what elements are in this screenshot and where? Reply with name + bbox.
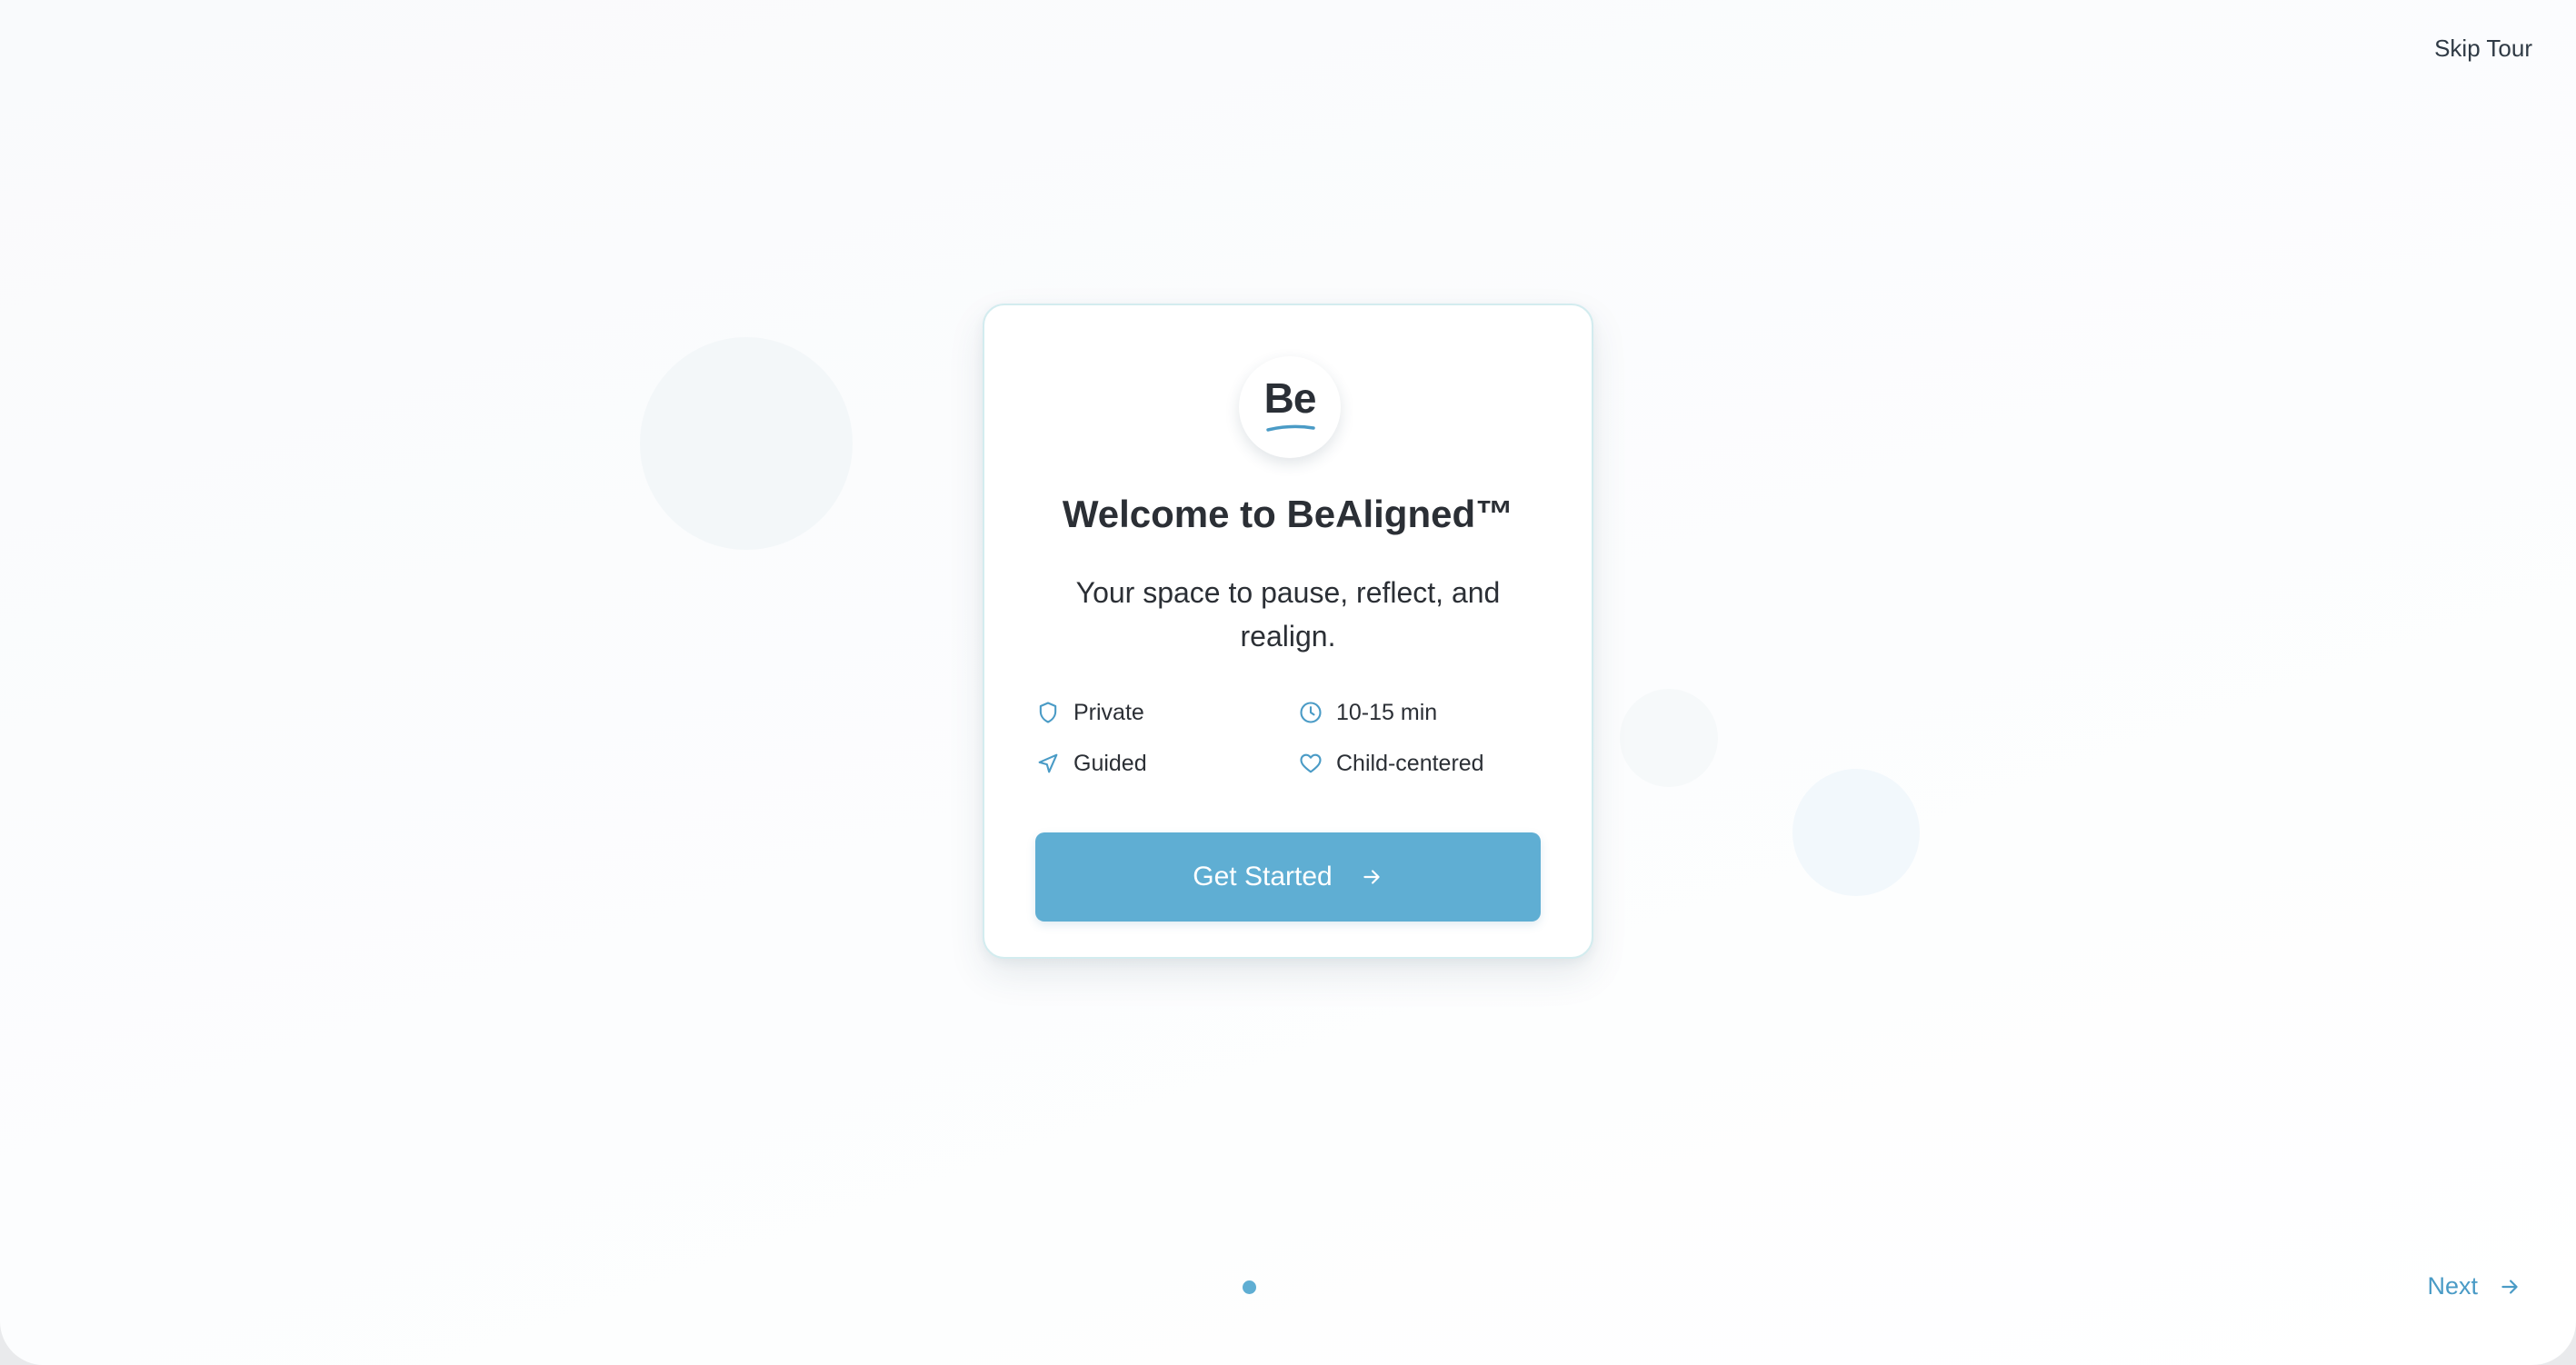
feature-child-centered: Child-centered: [1298, 748, 1484, 779]
feature-label: 10-15 min: [1336, 699, 1438, 725]
feature-guided: Guided: [1035, 748, 1147, 779]
arrow-right-icon: [1363, 870, 1380, 884]
get-started-button[interactable]: Get Started: [1035, 832, 1541, 922]
logo-underline-icon: [1266, 424, 1315, 432]
feature-label: Guided: [1073, 750, 1147, 776]
feature-label: Child-centered: [1336, 750, 1484, 776]
app-logo: Be: [1239, 356, 1341, 458]
page-subtitle: Your space to pause, reflect, and realig…: [1075, 576, 1501, 653]
feature-duration: 10-15 min: [1298, 697, 1437, 728]
logo-text: Be: [1263, 374, 1317, 422]
next-button[interactable]: Next: [2427, 1272, 2521, 1300]
arrow-right-icon: [2501, 1279, 2518, 1294]
next-label: Next: [2427, 1272, 2478, 1300]
onboarding-screen: Skip Tour Be Welcome to BeAligned™ Your …: [0, 0, 2576, 1365]
feature-private: Private: [1035, 697, 1144, 728]
skip-tour-link[interactable]: Skip Tour: [2434, 35, 2532, 63]
decorative-bubble: [1620, 689, 1718, 787]
pagination-dot-active[interactable]: [1243, 1280, 1256, 1294]
feature-label: Private: [1073, 699, 1144, 725]
page-title: Welcome to BeAligned™: [1062, 493, 1514, 535]
heart-icon: [1300, 753, 1322, 773]
navigation-arrow-icon: [1038, 753, 1058, 773]
decorative-bubble: [640, 337, 853, 550]
clock-icon: [1300, 702, 1322, 723]
decorative-bubble: [1792, 769, 1920, 896]
welcome-card: Be Welcome to BeAligned™ Your space to p…: [983, 304, 1593, 959]
shield-icon: [1039, 702, 1057, 723]
get-started-label: Get Started: [1193, 862, 1333, 892]
